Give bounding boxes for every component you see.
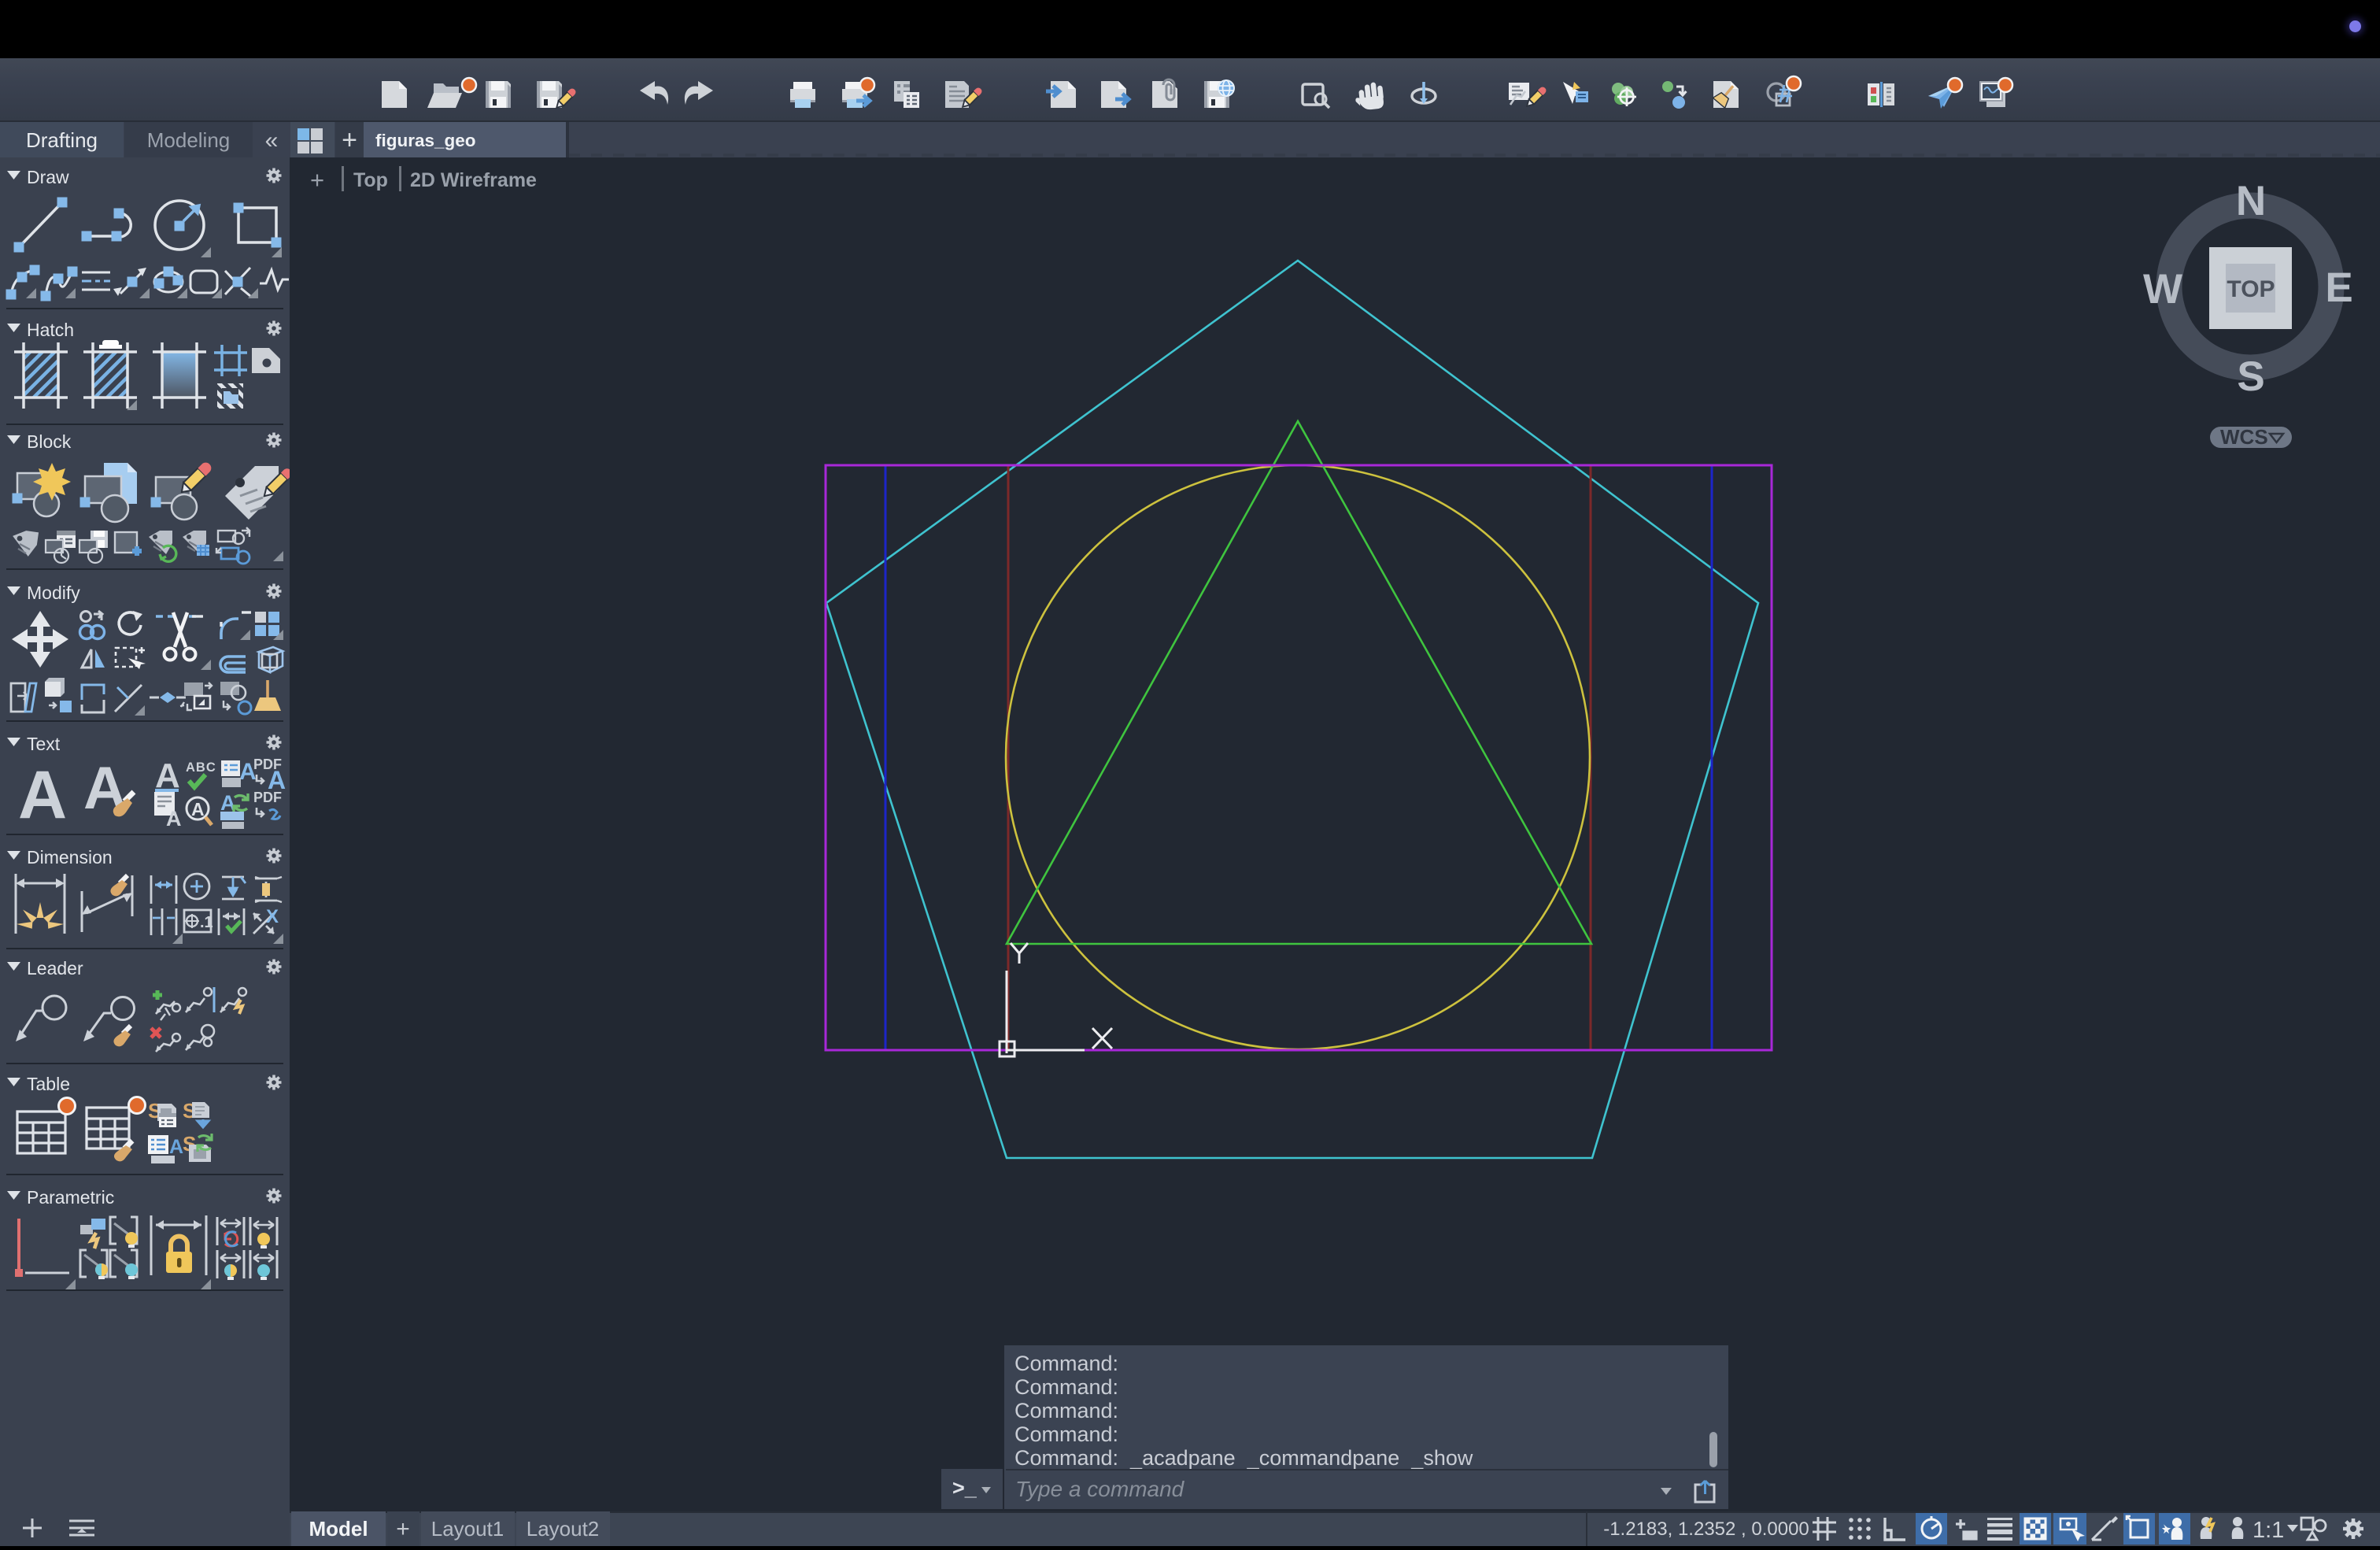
svg-text:A: A xyxy=(191,799,205,819)
svg-text:A: A xyxy=(18,757,67,833)
svg-text:N: N xyxy=(2236,178,2266,224)
svg-text:2D Wireframe: 2D Wireframe xyxy=(410,169,537,191)
svg-text:Table: Table xyxy=(27,1074,70,1094)
svg-text:Model: Model xyxy=(309,1517,368,1541)
svg-text:Layout2: Layout2 xyxy=(527,1517,600,1541)
svg-text:X: X xyxy=(266,906,279,927)
svg-text:Dimension: Dimension xyxy=(27,847,113,867)
svg-text:Leader: Leader xyxy=(27,958,83,978)
svg-text:1:1: 1:1 xyxy=(2252,1518,2284,1543)
svg-text:+: + xyxy=(396,1516,410,1542)
svg-text:Block: Block xyxy=(27,431,72,452)
svg-text:Hatch: Hatch xyxy=(27,320,74,340)
svg-text:Layout1: Layout1 xyxy=(431,1517,504,1541)
svg-text:Text: Text xyxy=(27,734,61,754)
svg-text:W: W xyxy=(2143,266,2182,313)
svg-text:PDF: PDF xyxy=(253,790,282,805)
svg-text:WCS: WCS xyxy=(2220,425,2268,449)
svg-text:Top: Top xyxy=(353,169,388,191)
svg-text:E: E xyxy=(2325,264,2352,311)
svg-text:-1.2183, 1.2352 , 0.0000: -1.2183, 1.2352 , 0.0000 xyxy=(1603,1519,1809,1540)
svg-text:ABC: ABC xyxy=(186,760,216,775)
svg-text:Parametric: Parametric xyxy=(27,1187,114,1208)
svg-text:S: S xyxy=(2237,353,2264,400)
svg-text:+: + xyxy=(310,166,324,194)
svg-text:Draw: Draw xyxy=(27,167,69,187)
svg-text:A: A xyxy=(166,807,182,830)
svg-text:A: A xyxy=(169,1136,183,1158)
svg-text:.1: .1 xyxy=(200,914,213,931)
svg-text:TOP: TOP xyxy=(2227,276,2275,302)
svg-text:Modify: Modify xyxy=(27,583,80,603)
